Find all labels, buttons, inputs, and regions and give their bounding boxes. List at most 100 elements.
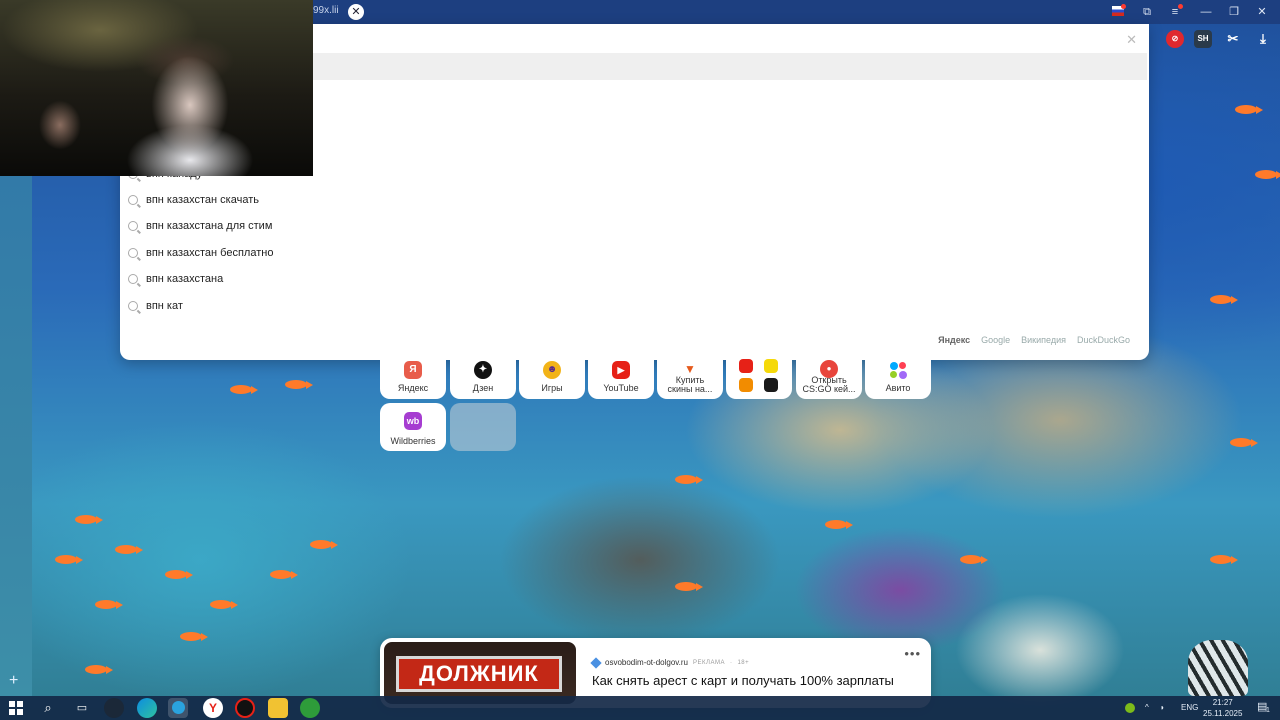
- close-window-button[interactable]: ✕: [1253, 4, 1271, 20]
- app-icon[interactable]: [235, 698, 255, 718]
- suggestion-item[interactable]: впн кат: [128, 296, 183, 316]
- menu-badge-icon: [1178, 4, 1183, 9]
- telegram-taskbar-item[interactable]: [168, 698, 188, 718]
- maximize-button[interactable]: ❐: [1225, 4, 1243, 20]
- tile-label: Wildberries: [390, 436, 436, 446]
- suggestion-item[interactable]: впн казахстана: [128, 269, 223, 289]
- wallpaper-fish: [310, 540, 338, 549]
- tile-label: Дзен: [472, 383, 494, 393]
- tile-buy-skins[interactable]: ▼ Купить скины на...: [657, 357, 723, 399]
- folder-mini-orange-icon: [739, 378, 753, 392]
- edge-icon[interactable]: [137, 698, 157, 718]
- clock-date: 25.11.2025: [1203, 709, 1243, 718]
- search-icon: [128, 301, 138, 311]
- clear-search-icon[interactable]: ✕: [1126, 32, 1137, 48]
- wallpaper-fish: [1210, 295, 1238, 304]
- tile-youtube[interactable]: ▶ YouTube: [588, 357, 654, 399]
- screenshot-extension-icon[interactable]: ✂: [1224, 30, 1242, 48]
- telegram-icon: [172, 701, 185, 714]
- suggestion-item[interactable]: впн казахстан скачать: [128, 190, 259, 210]
- tile-label: YouTube: [603, 383, 639, 393]
- tile-empty-slot[interactable]: [450, 403, 516, 451]
- search-icon: [128, 195, 138, 205]
- wallpaper-fish: [675, 475, 703, 484]
- search-icon[interactable]: ⌕: [38, 698, 58, 718]
- red-circle-extension-icon[interactable]: ⊘: [1166, 30, 1184, 48]
- ad-separator: ·: [729, 659, 733, 666]
- wallpaper-fish: [825, 520, 853, 529]
- games-icon: ☻: [543, 361, 561, 379]
- tile-wildberries[interactable]: wb Wildberries: [380, 403, 446, 451]
- ad-age: 18+: [737, 659, 750, 666]
- yandex-browser-icon[interactable]: Y: [203, 698, 223, 718]
- ad-stamp: ДОЛЖНИК: [396, 656, 562, 692]
- suggestion-text: впн казахстана для стим: [146, 220, 273, 232]
- wallpaper-fish: [85, 665, 113, 674]
- search-icon: [128, 274, 138, 284]
- taskbar-clock[interactable]: 21:27 25.11.2025: [1203, 697, 1242, 719]
- tile-label: Авито: [885, 383, 911, 393]
- new-tab-close-icon[interactable]: ✕: [348, 4, 364, 20]
- tab-title[interactable]: 99x.lii: [313, 5, 339, 16]
- download-icon[interactable]: ⤓: [1254, 30, 1272, 48]
- engine-wikipedia[interactable]: Википедия: [1021, 335, 1066, 345]
- tile-label-line2: скины на...: [667, 384, 713, 394]
- suggestion-text: впн казахстана: [146, 273, 224, 285]
- wallpaper-fish: [210, 600, 238, 609]
- youtube-icon: ▶: [612, 361, 630, 379]
- search-icon: [128, 221, 138, 231]
- search-engine-switcher: Яндекс Google Википедия DuckDuckGo: [938, 335, 1130, 345]
- ad-source: osvobodim-ot-dolgov.ru РЕКЛАМА · 18+: [590, 656, 750, 669]
- tile-folder[interactable]: [726, 357, 792, 399]
- folder-mini-yellow-icon: [764, 359, 778, 373]
- suggestion-text: впн кат: [146, 300, 183, 312]
- tile-games[interactable]: ☻ Игры: [519, 357, 585, 399]
- add-panel-button[interactable]: +: [9, 672, 18, 690]
- clock-time: 21:27: [1212, 698, 1233, 707]
- decorative-cat-image: [1188, 640, 1248, 696]
- search-icon: [128, 248, 138, 258]
- collections-icon[interactable]: ⧉: [1138, 4, 1156, 20]
- task-view-icon[interactable]: ▭: [72, 698, 92, 718]
- windows-start-icon[interactable]: [9, 701, 23, 715]
- tile-dzen[interactable]: ✦ Дзен: [450, 357, 516, 399]
- notification-count: 1: [1266, 707, 1270, 714]
- network-icon[interactable]: ◗: [1160, 703, 1165, 712]
- wallpaper-fish: [675, 582, 703, 591]
- wallpaper-fish: [1255, 170, 1280, 179]
- dzen-icon: ✦: [474, 361, 492, 379]
- tile-yandex[interactable]: Я Яндекс: [380, 357, 446, 399]
- tile-open-csgo-cases[interactable]: ● Открыть CS:GO кей...: [796, 357, 862, 399]
- tray-chevron-icon[interactable]: ^: [1145, 703, 1149, 712]
- suggestion-text: впн казахстан бесплатно: [146, 247, 274, 259]
- wallpaper-fish: [180, 632, 208, 641]
- wallpaper-fish: [1230, 438, 1258, 447]
- notification-dot-icon: [1121, 4, 1126, 9]
- suggestion-text: впн казахстан скачать: [146, 194, 259, 206]
- tile-avito[interactable]: Авито: [865, 357, 931, 399]
- webcam-overlay: [0, 0, 313, 176]
- ad-title: Как снять арест с карт и получать 100% з…: [592, 673, 894, 688]
- xbox-icon[interactable]: [300, 698, 320, 718]
- tile-label: Игры: [541, 383, 563, 393]
- file-explorer-icon[interactable]: [268, 698, 288, 718]
- wallpaper-fish: [285, 380, 313, 389]
- engine-yandex[interactable]: Яндекс: [938, 335, 970, 345]
- ad-domain: osvobodim-ot-dolgov.ru: [605, 658, 689, 667]
- steam-icon[interactable]: [104, 698, 124, 718]
- tray-app-icon[interactable]: [1125, 703, 1135, 713]
- yandex-icon: Я: [404, 361, 422, 379]
- wallpaper-fish: [1235, 105, 1263, 114]
- engine-google[interactable]: Google: [981, 335, 1010, 345]
- suggestion-item[interactable]: впн казахстана для стим: [128, 216, 272, 236]
- suggestion-item[interactable]: впн казахстан бесплатно: [128, 243, 273, 263]
- engine-duckduckgo[interactable]: DuckDuckGo: [1077, 335, 1130, 345]
- ad-label: РЕКЛАМА: [693, 659, 725, 666]
- language-indicator[interactable]: ENG: [1181, 703, 1198, 712]
- sh-extension-icon[interactable]: SH: [1194, 30, 1212, 48]
- taskbar: ⌕ ▭ Y ^ ◗ ENG 21:27 25.11.2025 ▤ 1: [0, 696, 1280, 720]
- minimize-button[interactable]: —: [1197, 4, 1215, 20]
- wallpaper-fish: [55, 555, 83, 564]
- wallpaper-fish: [1210, 555, 1238, 564]
- ad-more-icon[interactable]: •••: [904, 646, 921, 661]
